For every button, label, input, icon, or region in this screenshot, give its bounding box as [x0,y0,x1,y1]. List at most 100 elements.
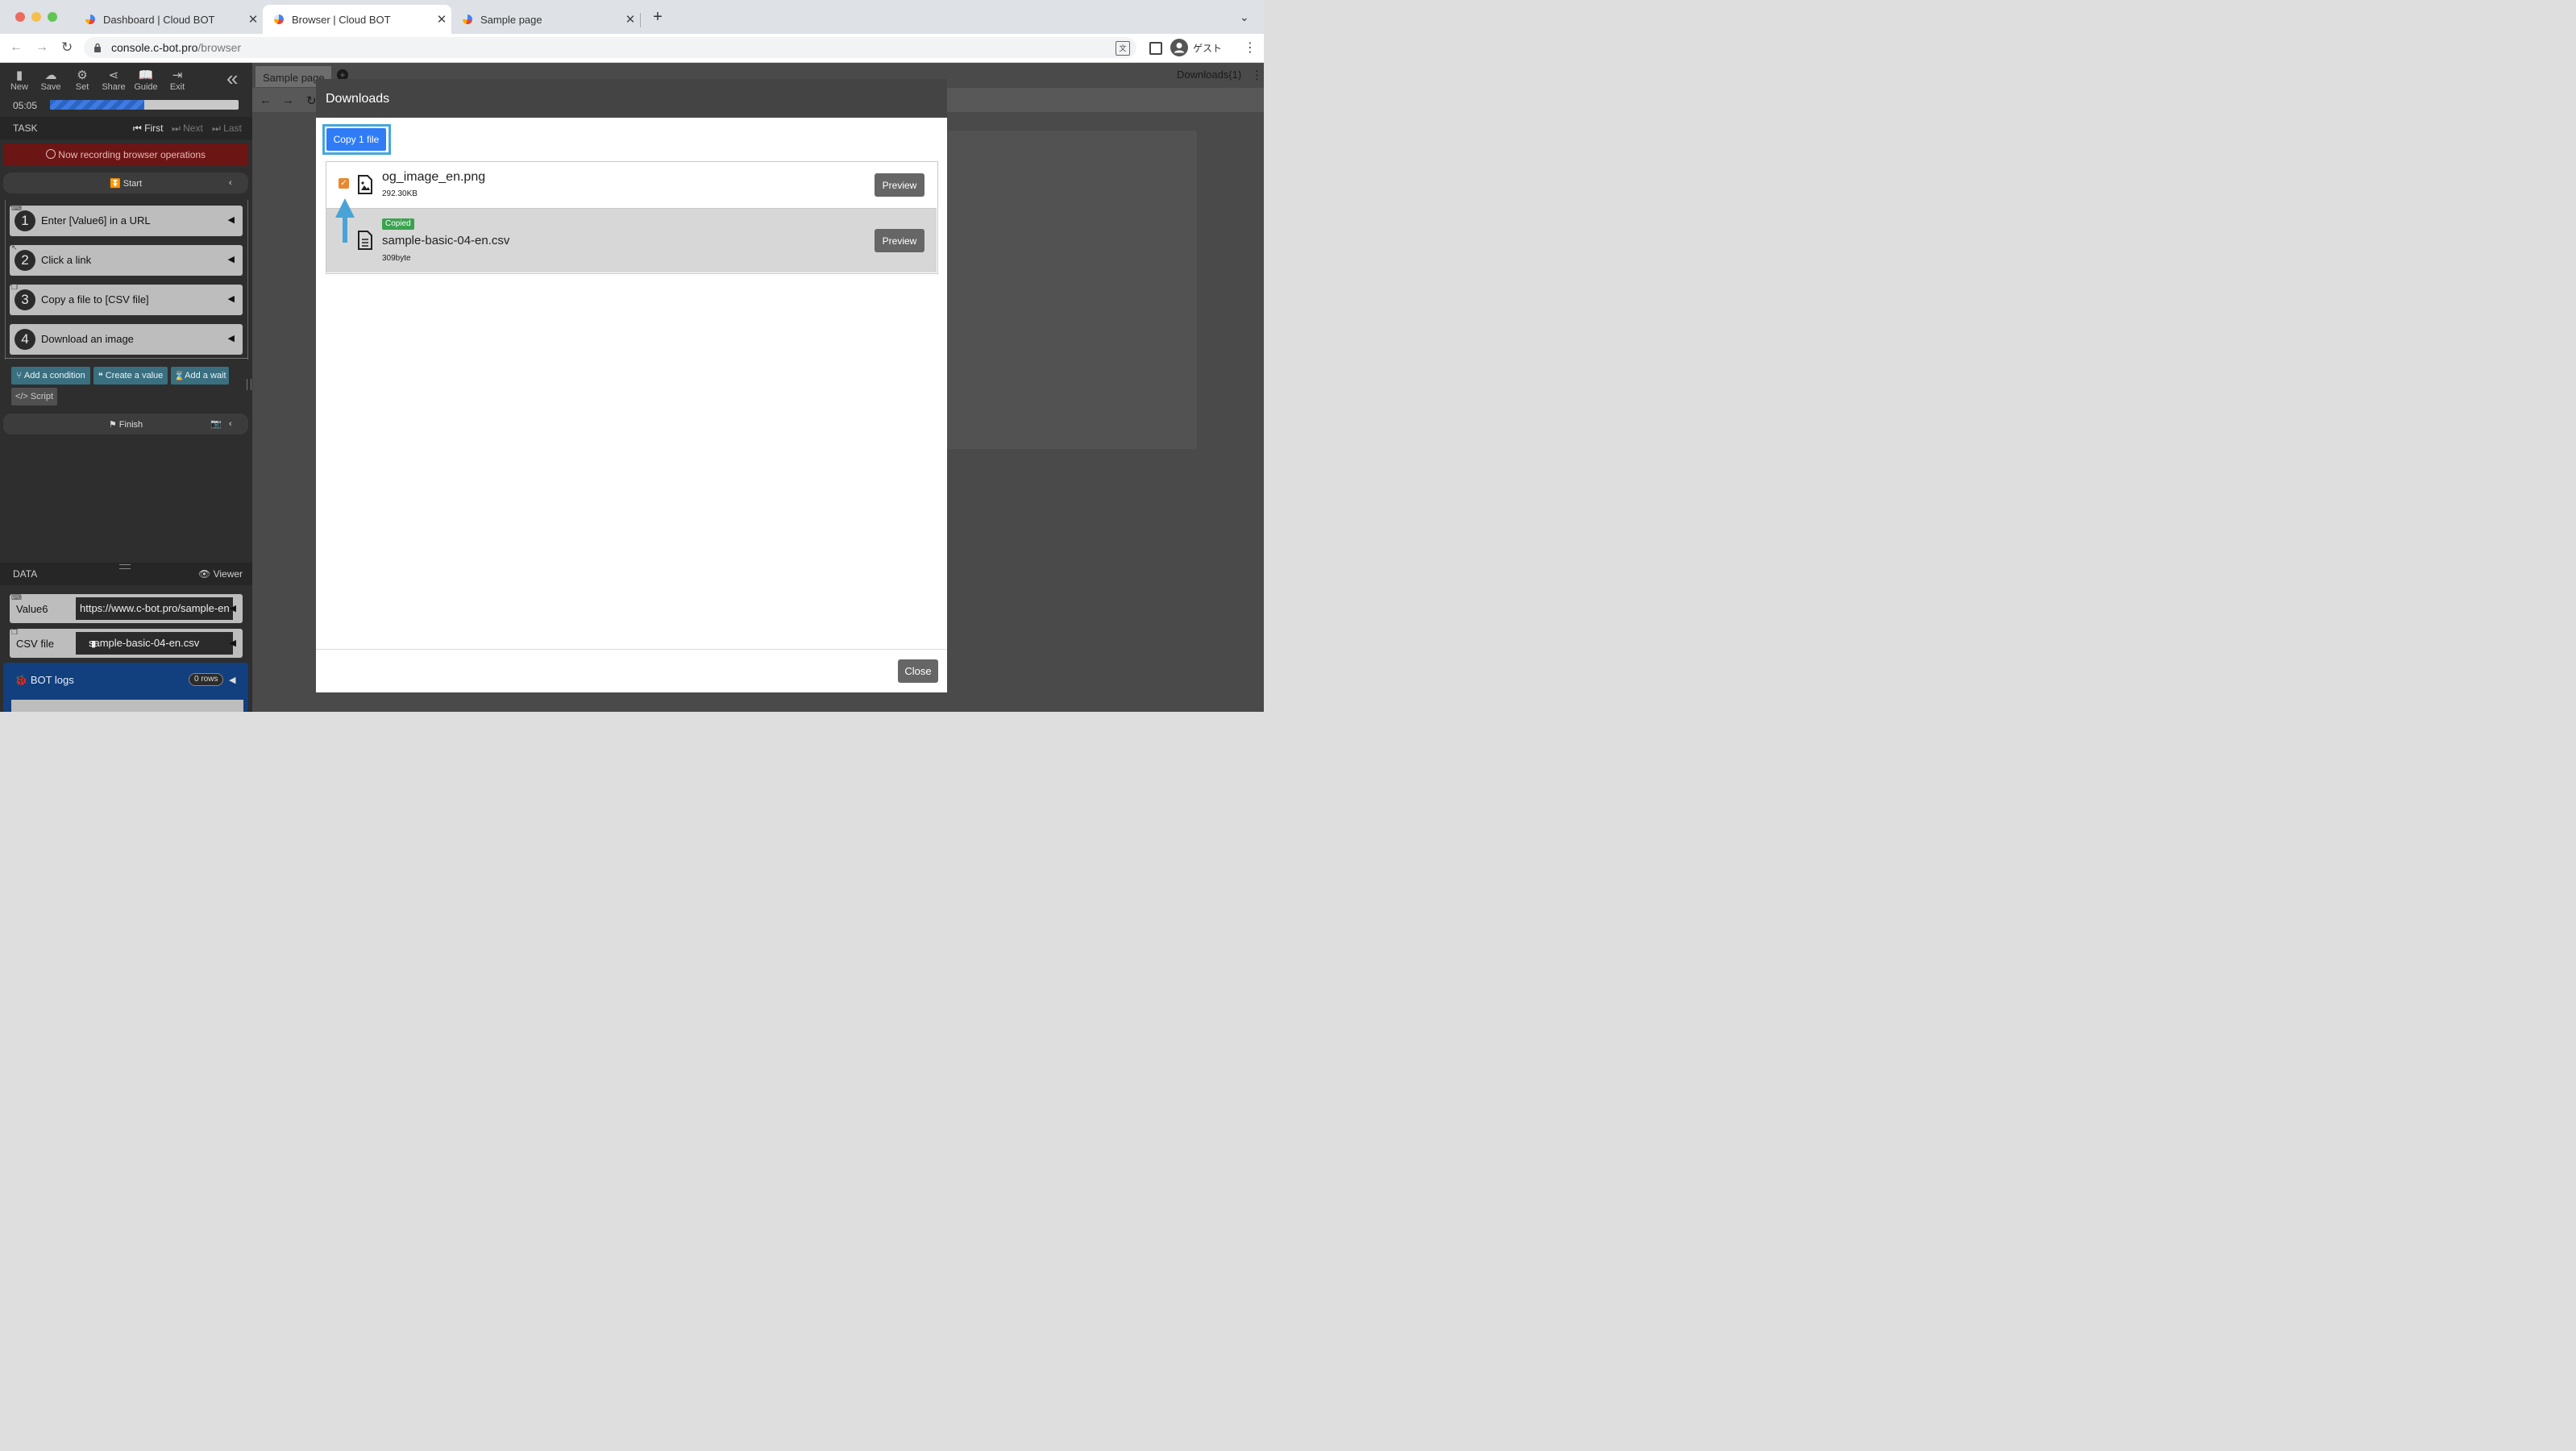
data-row-chevron-icon[interactable]: ◀ [230,638,236,648]
inner-reload-icon[interactable]: ↻ [306,94,317,108]
double-chevron-down-icon: ⏬ [110,179,121,189]
inner-back-icon[interactable]: ← [260,94,272,107]
last-step-button[interactable]: ⏭ Last [212,123,242,135]
finish-node[interactable]: ⚑ Finish 📷 ‹ [3,414,248,434]
quote-icon: ❝ [98,371,103,381]
eye-icon: 👁 [198,568,211,580]
copy-files-button[interactable]: Copy 1 file [326,128,386,151]
cloudbot-favicon-icon [463,15,472,24]
viewer-button[interactable]: 👁 Viewer [198,568,243,580]
close-tab-icon[interactable]: ✕ [621,12,640,27]
file-checkbox[interactable]: ✓ [339,178,349,189]
first-step-button[interactable]: ⏮ First [133,123,163,135]
step-expand-chevron-icon[interactable]: ◀ [228,333,235,343]
start-collapse-chevron-icon[interactable]: ‹ [229,178,232,188]
copy-icon: ❐ [11,628,19,636]
data-value: https://www.c-bot.pro/sample-en [76,597,233,620]
file-row[interactable]: Copied sample-basic-04-en.csv 309byte Pr… [326,209,937,272]
save-button[interactable]: ☁ Save [36,68,65,92]
new-button[interactable]: ▮ New [5,68,34,92]
recording-banner: Now recording browser operations [3,143,248,166]
finish-label: Finish [118,420,143,430]
code-icon: </> [15,392,28,401]
modal-footer-divider [316,649,947,650]
script-button[interactable]: </> Script [11,388,57,405]
step-expand-chevron-icon[interactable]: ◀ [228,214,235,225]
add-wait-button[interactable]: ⌛ Add a wait [171,367,229,385]
translate-icon[interactable]: 文 [1116,41,1130,56]
step-label: Copy a file to [CSV file] [41,293,149,306]
gear-icon: ⚙ [77,69,88,82]
url-path: /browser [197,41,242,54]
close-window-button[interactable] [15,12,25,22]
cloudbot-favicon-icon [274,15,284,24]
data-row-csv-file[interactable]: ❐ CSV file sample-basic-04-en.csv ▮ ◀ [10,628,243,658]
file-name: og_image_en.png [382,170,486,184]
file-size: 292.30KB [382,189,418,198]
file-size: 309byte [382,254,411,263]
log-row [11,700,243,712]
set-button[interactable]: ⚙ Set [68,68,97,92]
step-4[interactable]: 4 Download an image ◀ [10,324,243,355]
inner-forward-icon[interactable]: → [282,94,294,107]
data-row-chevron-icon[interactable]: ◀ [230,603,236,613]
collapse-panel-icon[interactable]: « [226,68,238,89]
minimize-window-button[interactable] [31,12,41,22]
browser-tab-sample[interactable]: Sample page ✕ [451,5,640,34]
browser-tab-dashboard[interactable]: Dashboard | Cloud BOT ✕ [74,5,263,34]
create-value-button[interactable]: ❝ Create a value [93,367,168,385]
file-row[interactable]: ✓ og_image_en.png 292.30KB Preview [326,162,937,209]
lock-icon [94,43,101,52]
bot-logs-chevron-icon[interactable]: ◀ [229,675,235,685]
timer-label: 05:05 [13,100,38,111]
start-label: Start [123,179,142,189]
preview-button[interactable]: Preview [875,173,924,197]
profile-button[interactable]: ゲスト [1170,38,1222,57]
step-2[interactable]: ↖ 2 Click a link ◀ [10,243,243,276]
inner-menu-icon[interactable]: ⋮ [1251,68,1263,82]
next-step-button[interactable]: ⏭ Next [172,123,203,135]
step-expand-chevron-icon[interactable]: ◀ [228,254,235,264]
close-tab-icon[interactable]: ✕ [432,12,451,27]
finish-collapse-chevron-icon[interactable]: ‹ [229,419,232,429]
resize-handle[interactable] [247,379,251,390]
cloud-upload-icon: ☁ [44,69,57,82]
side-panel-icon[interactable] [1149,42,1162,55]
bot-logs-section[interactable]: 🐞 BOT logs 0 rows ◀ [3,663,248,712]
exit-button[interactable]: ⇥ Exit [163,68,192,92]
hourglass-icon: ⌛ [173,371,185,381]
back-icon[interactable]: ← [10,40,23,55]
downloads-count-button[interactable]: Downloads(1) [1177,69,1241,81]
modal-title: Downloads [326,92,390,106]
close-tab-icon[interactable]: ✕ [243,12,263,27]
address-bar[interactable]: console.c-bot.pro/browser 文 [84,37,1136,58]
add-condition-button[interactable]: ⑂ Add a condition [11,367,90,385]
screen: Dashboard | Cloud BOT ✕ Browser | Cloud … [0,0,1264,712]
camera-icon[interactable]: 📷 [210,418,222,429]
keyboard-icon: ⌨ [11,593,22,601]
flag-icon: ⚑ [108,420,117,430]
data-key: Value6 [16,603,48,615]
share-button[interactable]: ⋖ Share [99,68,128,92]
chrome-menu-icon[interactable]: ⋮ [1244,39,1257,56]
copied-badge: Copied [382,218,414,230]
zoom-window-button[interactable] [48,12,57,22]
reload-icon[interactable]: ↻ [61,39,73,56]
new-tab-icon[interactable]: + [649,8,667,26]
close-button[interactable]: Close [898,659,938,683]
data-row-value6[interactable]: ⌨ Value6 https://www.c-bot.pro/sample-en… [10,593,243,623]
forward-icon[interactable]: → [35,40,48,55]
preview-button[interactable]: Preview [875,229,924,252]
start-node[interactable]: ⏬ Start ‹ [3,173,248,193]
step-label: Enter [Value6] in a URL [41,214,151,227]
exit-icon: ⇥ [172,69,183,82]
step-1[interactable]: ⌨ 1 Enter [Value6] in a URL ◀ [10,204,243,236]
step-3[interactable]: ❐ 3 Copy a file to [CSV file] ◀ [10,283,243,315]
step-number: 3 [15,289,35,310]
tab-search-icon[interactable]: ⌄ [1240,10,1249,24]
bug-icon: 🐞 [15,674,28,686]
browser-tab-browser[interactable]: Browser | Cloud BOT ✕ [263,5,451,34]
step-expand-chevron-icon[interactable]: ◀ [228,293,235,304]
data-resize-handle[interactable] [119,564,131,569]
guide-button[interactable]: 📖 Guide [131,68,160,92]
